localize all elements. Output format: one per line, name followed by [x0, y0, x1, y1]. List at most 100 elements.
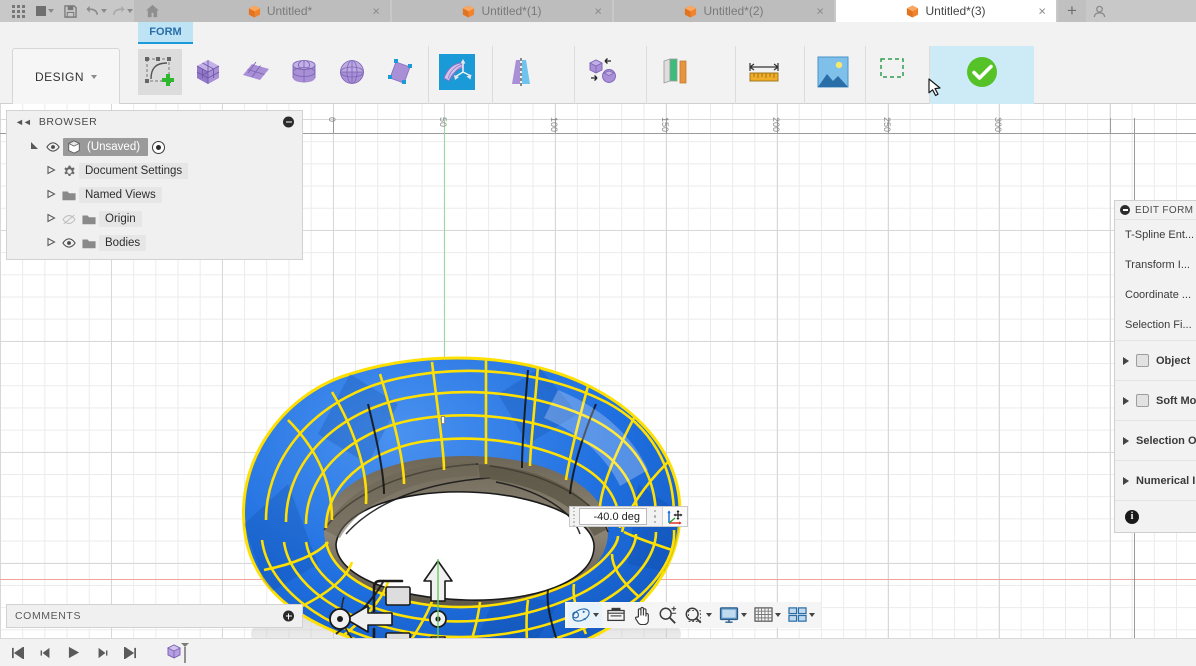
edit-form-minimize-icon[interactable]: [1120, 205, 1130, 215]
home-icon[interactable]: [134, 0, 170, 22]
construct-plane-icon[interactable]: [653, 49, 697, 95]
scale-handle-lower[interactable]: [385, 632, 411, 638]
edit-form-row-transform-mode[interactable]: Transform I...: [1115, 250, 1196, 280]
document-tab-0[interactable]: Untitled* ×: [170, 0, 390, 22]
insert-image-icon[interactable]: [811, 49, 855, 95]
move-axis-icon[interactable]: [663, 507, 687, 526]
visibility-eye-icon[interactable]: [59, 238, 79, 248]
document-tab-2[interactable]: Untitled*(2) ×: [614, 0, 834, 22]
activate-component-radio[interactable]: [152, 140, 166, 154]
edit-form-row-tspline-entities[interactable]: T-Spline Ent...: [1115, 220, 1196, 250]
angle-value-input[interactable]: -40.0 deg: [579, 508, 647, 525]
edit-form-section-object[interactable]: Object: [1115, 340, 1196, 380]
chevron-down-icon[interactable]: [91, 75, 97, 79]
soft-modification-checkbox[interactable]: [1136, 394, 1149, 407]
timeline-prev-icon[interactable]: [36, 643, 56, 663]
expand-arrow-icon[interactable]: [27, 141, 43, 153]
browser-item-document-settings[interactable]: Document Settings: [7, 159, 302, 183]
symmetry-mirror-icon[interactable]: [499, 49, 543, 95]
close-icon[interactable]: ×: [1038, 5, 1046, 18]
timeline-first-icon[interactable]: [8, 643, 28, 663]
comments-panel[interactable]: COMMENTS: [6, 604, 303, 628]
t-spline-feature-icon[interactable]: [166, 642, 192, 664]
modify-edit-form-icon[interactable]: [435, 49, 479, 95]
expand-arrow-icon[interactable]: [43, 237, 59, 249]
chevron-down-icon[interactable]: [809, 613, 815, 617]
timeline-last-icon[interactable]: [120, 643, 140, 663]
collapse-panel-icon[interactable]: ◄◄: [15, 117, 32, 127]
edit-form-section-soft-modification[interactable]: Soft Mo: [1115, 380, 1196, 420]
grid-snaps-icon[interactable]: [751, 603, 784, 627]
transform-manipulator[interactable]: [318, 559, 508, 638]
expand-arrow-icon[interactable]: [43, 189, 59, 201]
inspect-measure-icon[interactable]: [742, 49, 786, 95]
expand-triangle-icon[interactable]: [1123, 436, 1129, 445]
save-icon[interactable]: [58, 1, 82, 21]
info-icon[interactable]: i: [1125, 509, 1139, 524]
pan-icon[interactable]: [630, 603, 654, 627]
chevron-down-icon[interactable]: [775, 613, 781, 617]
finish-form-check-icon[interactable]: [960, 49, 1004, 95]
zoom-window-icon[interactable]: [681, 603, 715, 627]
close-icon[interactable]: ×: [816, 5, 824, 18]
chevron-down-icon[interactable]: [127, 9, 133, 13]
redo-icon[interactable]: [110, 1, 134, 21]
dimension-drag-grip[interactable]: [570, 507, 578, 526]
utilities-convert-icon[interactable]: [581, 49, 625, 95]
orbit-icon[interactable]: [568, 603, 602, 627]
zoom-icon[interactable]: [655, 603, 680, 627]
edit-form-row-coordinate-space[interactable]: Coordinate ...: [1115, 280, 1196, 310]
timeline-next-icon[interactable]: [92, 643, 112, 663]
select-window-icon[interactable]: [872, 49, 916, 95]
expand-triangle-icon[interactable]: [1123, 356, 1129, 365]
undo-icon[interactable]: [84, 1, 108, 21]
document-tab-3[interactable]: Untitled*(3) ×: [836, 0, 1056, 22]
chevron-down-icon[interactable]: [593, 613, 599, 617]
workspace-switcher[interactable]: DESIGN: [12, 48, 120, 106]
close-icon[interactable]: ×: [594, 5, 602, 18]
edit-form-section-numerical-inputs[interactable]: Numerical I: [1115, 460, 1196, 500]
edit-form-row-selection-filter[interactable]: Selection Fi...: [1115, 310, 1196, 340]
display-settings-icon[interactable]: [716, 603, 750, 627]
sphere-icon[interactable]: [330, 49, 374, 95]
chevron-down-icon[interactable]: [47, 9, 54, 13]
document-tab-1[interactable]: Untitled*(1) ×: [392, 0, 612, 22]
object-checkbox[interactable]: [1136, 354, 1149, 367]
cylinder-icon[interactable]: [282, 49, 326, 95]
expand-arrow-icon[interactable]: [43, 213, 59, 225]
rotate-pivot-handle[interactable]: [329, 608, 351, 630]
chevron-down-icon[interactable]: [741, 613, 747, 617]
file-menu-icon[interactable]: [32, 1, 56, 21]
add-comment-icon[interactable]: [283, 610, 294, 622]
t-spline-vertex-marker-top[interactable]: [441, 416, 445, 424]
browser-item-named-views[interactable]: Named Views: [7, 183, 302, 207]
close-icon[interactable]: ×: [372, 5, 380, 18]
translate-left-arrow-handle[interactable]: [345, 605, 393, 633]
browser-item-unsaved[interactable]: (Unsaved): [7, 135, 302, 159]
manipulator-dimension-input[interactable]: -40.0 deg: [569, 506, 688, 527]
user-account-icon[interactable]: [1086, 0, 1112, 22]
box-icon[interactable]: [186, 49, 230, 95]
form-create-icon[interactable]: [138, 49, 182, 95]
chevron-down-icon[interactable]: [101, 9, 107, 13]
expand-triangle-icon[interactable]: [1123, 396, 1129, 405]
edit-form-section-selection-options[interactable]: Selection O: [1115, 420, 1196, 460]
browser-item-bodies[interactable]: Bodies: [7, 231, 302, 255]
visibility-eye-hidden-icon[interactable]: [59, 214, 79, 225]
scale-handle-upper[interactable]: [385, 586, 411, 606]
tab-form[interactable]: FORM: [138, 22, 193, 44]
timeline-play-icon[interactable]: [64, 643, 84, 663]
dimension-options-icon[interactable]: [648, 507, 662, 526]
quadball-icon[interactable]: [378, 49, 422, 95]
browser-item-origin[interactable]: Origin: [7, 207, 302, 231]
visibility-eye-icon[interactable]: [43, 142, 63, 152]
viewports-icon[interactable]: [785, 603, 818, 627]
expand-triangle-icon[interactable]: [1123, 476, 1129, 485]
chevron-down-icon[interactable]: [706, 613, 712, 617]
new-tab-button[interactable]: +: [1058, 0, 1086, 22]
expand-arrow-icon[interactable]: [43, 165, 59, 177]
app-grid-icon[interactable]: [6, 1, 30, 21]
browser-minimize-icon[interactable]: [283, 116, 294, 128]
look-at-icon[interactable]: [603, 603, 629, 627]
plane-icon[interactable]: [234, 49, 278, 95]
